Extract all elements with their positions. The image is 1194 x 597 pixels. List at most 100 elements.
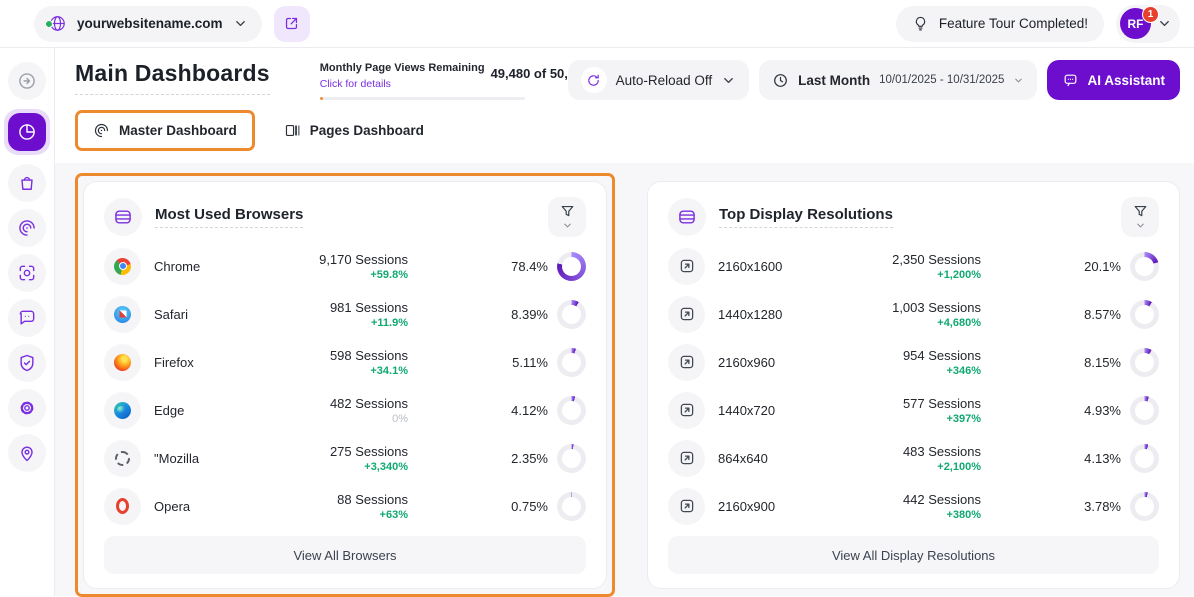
topbar: yourwebsitename.com Feature Tour Complet… <box>0 0 1194 48</box>
sidebar-item-heatmaps[interactable] <box>8 209 46 247</box>
user-menu[interactable]: RF 1 <box>1116 5 1180 43</box>
quota-label: Monthly Page Views Remaining <box>320 62 485 75</box>
percent-value: 8.57% <box>1084 307 1121 322</box>
resize-arrow-icon <box>678 353 696 371</box>
list-item[interactable]: 2160x960 954 Sessions +346% 8.15% <box>668 338 1159 386</box>
filter-funnel-icon <box>1132 203 1149 220</box>
list-item[interactable]: 864x640 483 Sessions +2,100% 4.13% <box>668 434 1159 482</box>
delta-value: +34.1% <box>294 365 408 377</box>
sessions-value: 1,003 Sessions <box>858 300 981 315</box>
opera-icon <box>116 498 129 514</box>
list-item[interactable]: Firefox 598 Sessions +34.1% 5.11% <box>104 338 586 386</box>
row-icon <box>668 392 705 429</box>
chat-icon <box>17 308 37 328</box>
row-icon <box>668 440 705 477</box>
ai-assistant-label: AI Assistant <box>1087 73 1165 88</box>
browsers-card: Most Used Browsers Chrome 9,170 Sessions… <box>83 181 607 589</box>
list-item[interactable]: 2160x1600 2,350 Sessions +1,200% 20.1% <box>668 242 1159 290</box>
list-item[interactable]: 1440x720 577 Sessions +397% 4.93% <box>668 386 1159 434</box>
sidebar-item-session-replay[interactable] <box>8 254 46 292</box>
row-icon <box>104 440 141 477</box>
quota-details-link[interactable]: Click for details <box>320 78 391 90</box>
feature-tour-button[interactable]: Feature Tour Completed! <box>896 6 1104 42</box>
tab-master-dashboard[interactable]: Master Dashboard <box>80 115 250 146</box>
refresh-icon <box>581 67 607 93</box>
sessions-value: 954 Sessions <box>858 348 981 363</box>
percent-value: 0.75% <box>511 499 548 514</box>
sessions-value: 275 Sessions <box>294 444 408 459</box>
donut-chart <box>1130 252 1159 281</box>
delta-value: +2,100% <box>858 461 981 473</box>
donut-chart <box>557 348 586 377</box>
row-label: Firefox <box>154 355 194 370</box>
list-item[interactable]: 2160x900 442 Sessions +380% 3.78% <box>668 482 1159 530</box>
percent-value: 8.15% <box>1084 355 1121 370</box>
list-item[interactable]: Opera 88 Sessions +63% 0.75% <box>104 482 586 530</box>
delta-value: +3,340% <box>294 461 408 473</box>
donut-chart <box>557 396 586 425</box>
avatar-initials: RF <box>1128 17 1144 31</box>
header-section: Main Dashboards Monthly Page Views Remai… <box>55 48 1194 163</box>
sidebar-item-conversion[interactable] <box>8 164 46 202</box>
filter-button[interactable] <box>548 197 586 237</box>
list-item[interactable]: "Mozilla 275 Sessions +3,340% 2.35% <box>104 434 586 482</box>
clock-icon <box>772 72 789 89</box>
sessions-value: 483 Sessions <box>858 444 981 459</box>
open-website-button[interactable] <box>274 6 310 42</box>
cards-zone: Most Used Browsers Chrome 9,170 Sessions… <box>55 163 1194 597</box>
quota-progress-fill <box>320 97 323 100</box>
card-title: Most Used Browsers <box>155 206 303 228</box>
safari-icon <box>114 306 131 323</box>
delta-value: +4,680% <box>858 317 981 329</box>
percent-value: 4.93% <box>1084 403 1121 418</box>
sidebar-item-seo[interactable] <box>8 434 46 472</box>
donut-chart <box>557 492 586 521</box>
lightbulb-icon <box>912 15 929 32</box>
website-selector[interactable]: yourwebsitename.com <box>34 6 262 42</box>
page-title: Main Dashboards <box>75 60 270 95</box>
filter-button[interactable] <box>1121 197 1159 237</box>
main-content: Main Dashboards Monthly Page Views Remai… <box>55 48 1194 596</box>
row-label: Chrome <box>154 259 200 274</box>
tab-pages-dashboard[interactable]: Pages Dashboard <box>271 115 437 146</box>
date-range-picker[interactable]: Last Month 10/01/2025 - 10/31/2025 <box>759 60 1037 100</box>
sidebar-item-feedback[interactable] <box>8 299 46 337</box>
chevron-down-icon <box>1135 220 1146 231</box>
list-item[interactable]: Chrome 9,170 Sessions +59.8% 78.4% <box>104 242 586 290</box>
sidebar-item-security[interactable] <box>8 344 46 382</box>
arrow-circle-icon <box>17 71 37 91</box>
delta-value: +11.9% <box>294 317 408 329</box>
list-item[interactable]: 1440x1280 1,003 Sessions +4,680% 8.57% <box>668 290 1159 338</box>
sidebar-item-collapse[interactable] <box>8 62 46 100</box>
delta-value: +1,200% <box>858 269 981 281</box>
percent-value: 2.35% <box>511 451 548 466</box>
view-all-resolutions-button[interactable]: View All Display Resolutions <box>668 536 1159 574</box>
auto-reload-label: Auto-Reload Off <box>616 73 713 88</box>
sessions-value: 88 Sessions <box>294 492 408 507</box>
sessions-value: 482 Sessions <box>294 396 408 411</box>
spiral-icon <box>17 218 37 238</box>
sessions-value: 2,350 Sessions <box>858 252 981 267</box>
row-label: 1440x720 <box>718 403 775 418</box>
donut-chart <box>1130 444 1159 473</box>
list-item[interactable]: Edge 482 Sessions 0% 4.12% <box>104 386 586 434</box>
sidebar-item-dashboards[interactable] <box>8 113 46 151</box>
sessions-value: 598 Sessions <box>294 348 408 363</box>
resolutions-card: Top Display Resolutions 2160x1600 2,350 … <box>647 181 1180 589</box>
resize-arrow-icon <box>678 449 696 467</box>
location-pin-icon <box>17 443 37 463</box>
view-all-browsers-button[interactable]: View All Browsers <box>104 536 586 574</box>
chat-icon <box>1062 72 1079 89</box>
delta-value: +63% <box>294 509 408 521</box>
ai-assistant-button[interactable]: AI Assistant <box>1047 60 1180 100</box>
row-icon <box>668 248 705 285</box>
resize-arrow-icon <box>678 257 696 275</box>
sidebar-item-settings[interactable] <box>8 389 46 427</box>
delta-value: +397% <box>858 413 981 425</box>
auto-reload-dropdown[interactable]: Auto-Reload Off <box>568 60 750 100</box>
row-label: 2160x960 <box>718 355 775 370</box>
card-title: Top Display Resolutions <box>719 206 893 228</box>
donut-chart <box>1130 492 1159 521</box>
card-header: Top Display Resolutions <box>668 192 1159 242</box>
list-item[interactable]: Safari 981 Sessions +11.9% 8.39% <box>104 290 586 338</box>
